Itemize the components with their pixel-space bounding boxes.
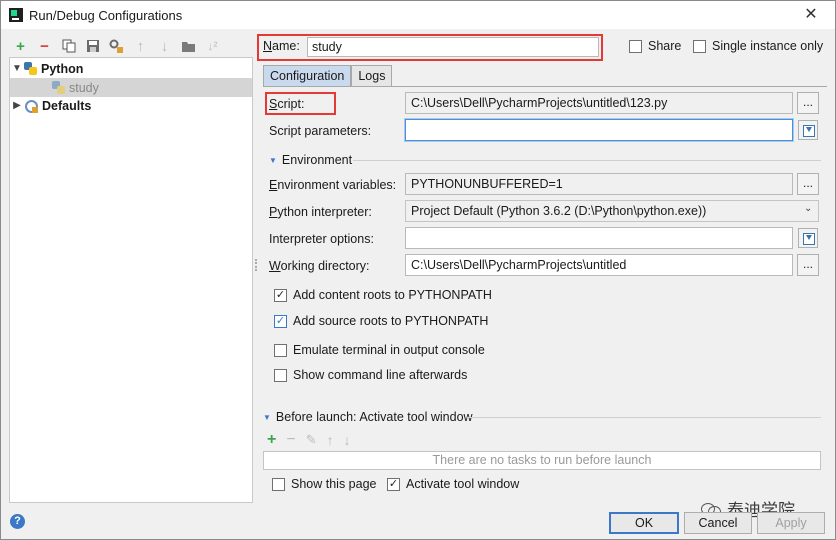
env-vars-label: Environment variables:: [269, 178, 397, 192]
edit-defaults-icon[interactable]: [109, 39, 124, 54]
tree-item-study[interactable]: study: [10, 78, 252, 97]
collapse-triangle-icon: ▼: [263, 412, 271, 422]
content-roots-checkbox-row[interactable]: ✓ Add content roots to PYTHONPATH: [274, 288, 492, 302]
config-tree: ▼ Python study ▶ Defaults: [9, 57, 253, 503]
highlight-box: [265, 92, 336, 115]
expand-parameters-icon[interactable]: [798, 120, 818, 140]
source-roots-label: Add source roots to PYTHONPATH: [293, 314, 489, 328]
before-launch-toolbar: + − ✎ ↑ ↓: [267, 431, 351, 449]
ok-button[interactable]: OK: [609, 512, 679, 534]
source-roots-checkbox[interactable]: ✓: [274, 314, 287, 328]
close-icon[interactable]: ✕: [801, 5, 821, 25]
interpreter-options-label: Interpreter options:: [269, 232, 374, 246]
python-icon: [24, 62, 37, 75]
collapse-triangle-icon: ▼: [269, 155, 277, 165]
tree-item-label: Defaults: [42, 98, 92, 113]
interpreter-label: Python interpreter:: [269, 205, 372, 219]
browse-script-button[interactable]: ...: [797, 92, 819, 114]
splitter-handle[interactable]: [255, 259, 259, 271]
tree-item-defaults[interactable]: ▶ Defaults: [10, 96, 252, 115]
before-launch-task-list[interactable]: There are no tasks to run before launch: [263, 451, 821, 470]
emulate-terminal-checkbox[interactable]: [274, 343, 287, 357]
share-checkbox[interactable]: [629, 39, 642, 53]
show-page-checkbox[interactable]: [272, 477, 285, 491]
content-roots-checkbox[interactable]: ✓: [274, 288, 287, 302]
before-launch-label: Before launch: Activate tool window: [275, 410, 473, 424]
single-instance-checkbox[interactable]: [693, 39, 706, 53]
run-debug-dialog: Run/Debug Configurations ✕ + − ↑ ↓ ↓² ▼ …: [0, 0, 836, 540]
copy-icon[interactable]: [61, 39, 76, 54]
help-icon[interactable]: ?: [10, 514, 25, 529]
chevron-right-icon[interactable]: ▶: [10, 100, 24, 111]
highlight-box: [257, 34, 603, 61]
working-dir-label: Working directory:: [269, 259, 370, 273]
script-parameters-label: Script parameters:: [269, 124, 372, 138]
remove-task-icon[interactable]: −: [286, 431, 295, 449]
tree-item-label: Python: [41, 61, 84, 76]
move-task-up-icon[interactable]: ↑: [327, 432, 334, 448]
defaults-icon: [24, 99, 38, 113]
show-command-line-checkbox-row[interactable]: Show command line afterwards: [274, 368, 467, 382]
edit-env-vars-button[interactable]: ...: [797, 173, 819, 195]
interpreter-select[interactable]: Project Default (Python 3.6.2 (D:\Python…: [405, 200, 819, 222]
move-task-down-icon[interactable]: ↓: [344, 432, 351, 448]
single-instance-label: Single instance only: [712, 39, 824, 53]
emulate-terminal-label: Emulate terminal in output console: [293, 343, 485, 357]
activate-window-checkbox[interactable]: ✓: [387, 477, 400, 491]
tab-logs[interactable]: Logs: [351, 65, 393, 86]
sort-icon[interactable]: ↓²: [205, 39, 220, 54]
share-label: Share: [648, 39, 682, 53]
script-parameters-field[interactable]: [405, 119, 793, 141]
show-command-line-checkbox[interactable]: [274, 368, 287, 382]
expand-options-icon[interactable]: [798, 228, 818, 248]
environment-section-label: Environment: [281, 153, 353, 167]
working-dir-field[interactable]: C:\Users\Dell\PycharmProjects\untitled: [405, 254, 793, 276]
show-page-label: Show this page: [291, 477, 377, 491]
python-config-icon: [52, 81, 65, 94]
edit-task-icon[interactable]: ✎: [306, 432, 317, 448]
content-roots-label: Add content roots to PYTHONPATH: [293, 288, 492, 302]
move-up-icon[interactable]: ↑: [133, 39, 148, 54]
tree-item-label: study: [69, 80, 99, 95]
config-tabs: Configuration Logs: [263, 65, 393, 86]
add-task-icon[interactable]: +: [267, 431, 276, 449]
activate-window-checkbox-row[interactable]: ✓ Activate tool window: [387, 477, 519, 491]
browse-working-dir-button[interactable]: ...: [797, 254, 819, 276]
add-icon[interactable]: +: [13, 39, 28, 54]
apply-button[interactable]: Apply: [757, 512, 825, 534]
emulate-terminal-checkbox-row[interactable]: Emulate terminal in output console: [274, 343, 485, 357]
section-divider: [353, 160, 821, 161]
folder-icon[interactable]: [181, 39, 196, 54]
source-roots-checkbox-row[interactable]: ✓ Add source roots to PYTHONPATH: [274, 314, 488, 328]
environment-section[interactable]: ▼ Environment: [269, 153, 352, 167]
before-launch-section[interactable]: ▼ Before launch: Activate tool window: [263, 410, 473, 424]
title-bar: Run/Debug Configurations ✕: [1, 1, 835, 29]
activate-window-label: Activate tool window: [406, 477, 520, 491]
remove-icon[interactable]: −: [37, 39, 52, 54]
window-title: Run/Debug Configurations: [29, 7, 183, 23]
cancel-button[interactable]: Cancel: [684, 512, 752, 534]
script-path-field[interactable]: C:\Users\Dell\PycharmProjects\untitled\1…: [405, 92, 793, 114]
config-toolbar: + − ↑ ↓ ↓²: [9, 35, 253, 57]
env-vars-field[interactable]: PYTHONUNBUFFERED=1: [405, 173, 793, 195]
section-divider: [467, 417, 821, 418]
tree-item-python[interactable]: ▼ Python: [10, 59, 252, 78]
tab-configuration[interactable]: Configuration: [263, 65, 352, 86]
chevron-down-icon[interactable]: ▼: [10, 63, 24, 74]
single-instance-checkbox-row[interactable]: Single instance only: [693, 39, 823, 53]
show-page-checkbox-row[interactable]: Show this page: [272, 477, 376, 491]
show-command-line-label: Show command line afterwards: [293, 368, 468, 382]
chevron-down-icon[interactable]: ⌄: [804, 203, 812, 214]
share-checkbox-row[interactable]: Share: [629, 39, 681, 53]
pycharm-icon: [9, 8, 23, 22]
save-icon[interactable]: [85, 39, 100, 54]
move-down-icon[interactable]: ↓: [157, 39, 172, 54]
interpreter-options-field[interactable]: [405, 227, 793, 249]
